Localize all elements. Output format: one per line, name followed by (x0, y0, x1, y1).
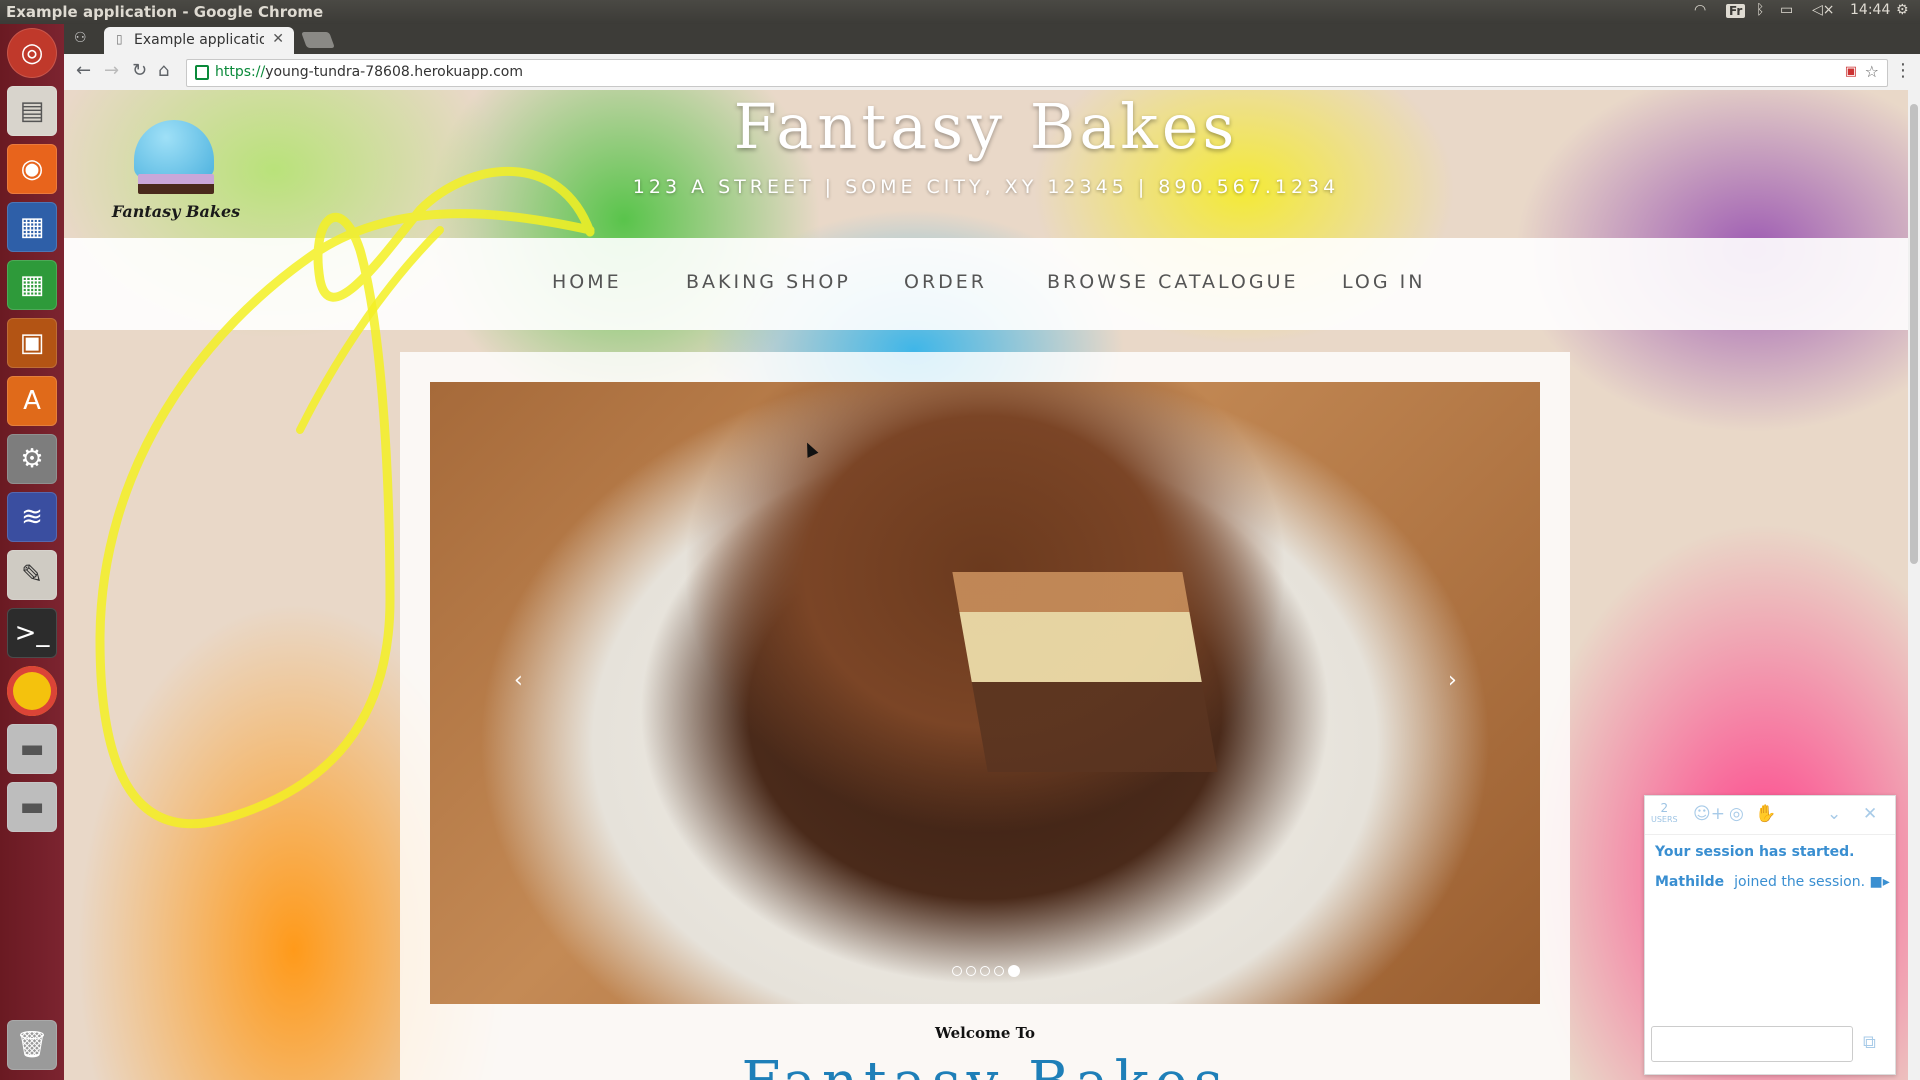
carousel-dot-active[interactable] (1008, 965, 1020, 977)
trash-icon[interactable]: 🗑 (7, 1020, 57, 1070)
firefox-icon[interactable]: ◉ (7, 144, 57, 194)
tab-title: Example application (134, 32, 264, 48)
volume-muted-icon[interactable]: ◁× (1812, 2, 1835, 18)
chat-input[interactable] (1651, 1026, 1853, 1062)
logo-text: Fantasy Bakes (111, 202, 241, 221)
page-icon: ▯ (116, 32, 123, 46)
keyboard-layout-indicator[interactable]: Fr (1726, 4, 1746, 18)
record-icon[interactable]: ◎ (1729, 804, 1744, 824)
carousel-dot[interactable] (994, 966, 1004, 976)
url-scheme: https:// (215, 64, 266, 80)
home-icon[interactable]: ⌂ (158, 60, 169, 81)
page-scrollbar[interactable] (1908, 90, 1920, 1080)
hand-pointer-icon[interactable]: ✋ (1755, 804, 1776, 824)
eclipse-icon[interactable]: ≋ (7, 492, 57, 542)
wifi-icon[interactable]: ◠ (1694, 2, 1706, 18)
address-bar[interactable]: https://young-tundra-78608.herokuapp.com… (186, 59, 1888, 87)
impress-icon[interactable]: ▣ (7, 318, 57, 368)
minimize-chevron-icon[interactable]: ⌄ (1827, 804, 1841, 824)
bookmark-star-icon[interactable]: ☆ (1865, 62, 1879, 81)
video-camera-icon[interactable]: ■▸ (1869, 874, 1889, 890)
nav-browse-catalogue[interactable]: BROWSE CATALOGUE (1047, 271, 1299, 293)
add-user-icon[interactable]: ☺+ (1693, 804, 1725, 824)
browser-tab[interactable]: ▯ Example application ✕ (104, 27, 294, 54)
chrome-menu-icon[interactable]: ⋮ (1894, 60, 1912, 81)
ubuntu-dash-icon[interactable]: ◎ (7, 28, 57, 78)
drive-icon[interactable]: ▬ (7, 724, 57, 774)
welcome-title: Fantasy Bakes (400, 1050, 1570, 1080)
terminal-icon[interactable]: >_ (7, 608, 57, 658)
page-viewport: Fantasy Bakes Fantasy Bakes 123 A STREET… (64, 90, 1908, 1080)
browser-toolbar: ← → ↻ ⌂ https://young-tundra-78608.herok… (64, 54, 1920, 91)
carousel-dot[interactable] (966, 966, 976, 976)
secure-lock-icon (195, 65, 209, 80)
main-nav: HOME BAKING SHOP ORDER BROWSE CATALOGUE … (64, 238, 1908, 330)
close-tab-icon[interactable]: ✕ (272, 31, 284, 47)
drive-icon-2[interactable]: ▬ (7, 782, 57, 832)
system-top-panel: Example application - Google Chrome ◠ Fr… (0, 0, 1920, 24)
files-icon[interactable]: ▤ (7, 86, 57, 136)
clock[interactable]: 14:44 (1850, 2, 1890, 18)
text-editor-icon[interactable]: ✎ (7, 550, 57, 600)
close-icon[interactable]: ✕ (1863, 804, 1877, 824)
reload-icon[interactable]: ↻ (132, 60, 147, 81)
scrollbar-thumb[interactable] (1910, 104, 1918, 564)
writer-icon[interactable]: ▦ (7, 202, 57, 252)
nav-order[interactable]: ORDER (904, 271, 987, 293)
carousel-dot[interactable] (952, 966, 962, 976)
join-message: Mathilde joined the session. ■▸ (1655, 874, 1890, 890)
nav-home[interactable]: HOME (552, 271, 622, 293)
ubuntu-launcher: ◎ ▤ ◉ ▦ ▦ ▣ A ⚙ ≋ ✎ >_ ▬ ▬ 🗑 (0, 24, 64, 1080)
browser-tab-strip: ⚇ ▯ Example application ✕ (64, 24, 1920, 54)
site-title: Fantasy Bakes (733, 90, 1239, 163)
software-center-icon[interactable]: A (7, 376, 57, 426)
session-started-message: Your session has started. (1655, 844, 1855, 860)
carousel-prev-button[interactable]: ‹ (514, 668, 523, 693)
cake-slice-image (952, 572, 1218, 772)
url-host: young-tundra-78608.herokuapp.com (265, 64, 523, 80)
window-title: Example application - Google Chrome (6, 3, 324, 21)
joined-text: joined the session. (1734, 874, 1866, 890)
calc-icon[interactable]: ▦ (7, 260, 57, 310)
site-address: 123 A STREET | SOME CITY, XY 12345 | 890… (632, 176, 1340, 198)
chrome-icon[interactable] (7, 666, 57, 716)
welcome-label: Welcome To (934, 1024, 1036, 1042)
settings-gear-icon[interactable]: ⚙ (1896, 2, 1909, 18)
new-tab-button[interactable] (301, 32, 335, 48)
joined-user-name: Mathilde (1655, 874, 1725, 890)
nav-log-in[interactable]: LOG IN (1342, 271, 1425, 293)
system-settings-icon[interactable]: ⚙ (7, 434, 57, 484)
back-arrow-icon[interactable]: ← (76, 60, 91, 81)
hero-carousel[interactable]: ‹ › (430, 382, 1540, 1004)
extension-icon[interactable]: ▣ (1845, 64, 1857, 79)
session-chat-widget: 2 USERS ☺+ ◎ ✋ ⌄ ✕ Your session has start… (1644, 795, 1896, 1075)
bluetooth-icon[interactable]: ᛒ (1756, 2, 1764, 18)
chat-toolbar: 2 USERS ☺+ ◎ ✋ ⌄ ✕ (1645, 796, 1895, 835)
carousel-indicators (952, 965, 1020, 977)
carousel-dot[interactable] (980, 966, 990, 976)
nav-baking-shop[interactable]: BAKING SHOP (686, 271, 851, 293)
send-icon[interactable]: ⧉ (1863, 1032, 1876, 1053)
users-count: 2 USERS (1651, 801, 1678, 824)
incognito-icon: ⚇ (74, 30, 87, 46)
battery-icon[interactable]: ▭ (1780, 2, 1793, 18)
carousel-next-button[interactable]: › (1448, 668, 1457, 693)
forward-arrow-icon[interactable]: → (104, 60, 119, 81)
